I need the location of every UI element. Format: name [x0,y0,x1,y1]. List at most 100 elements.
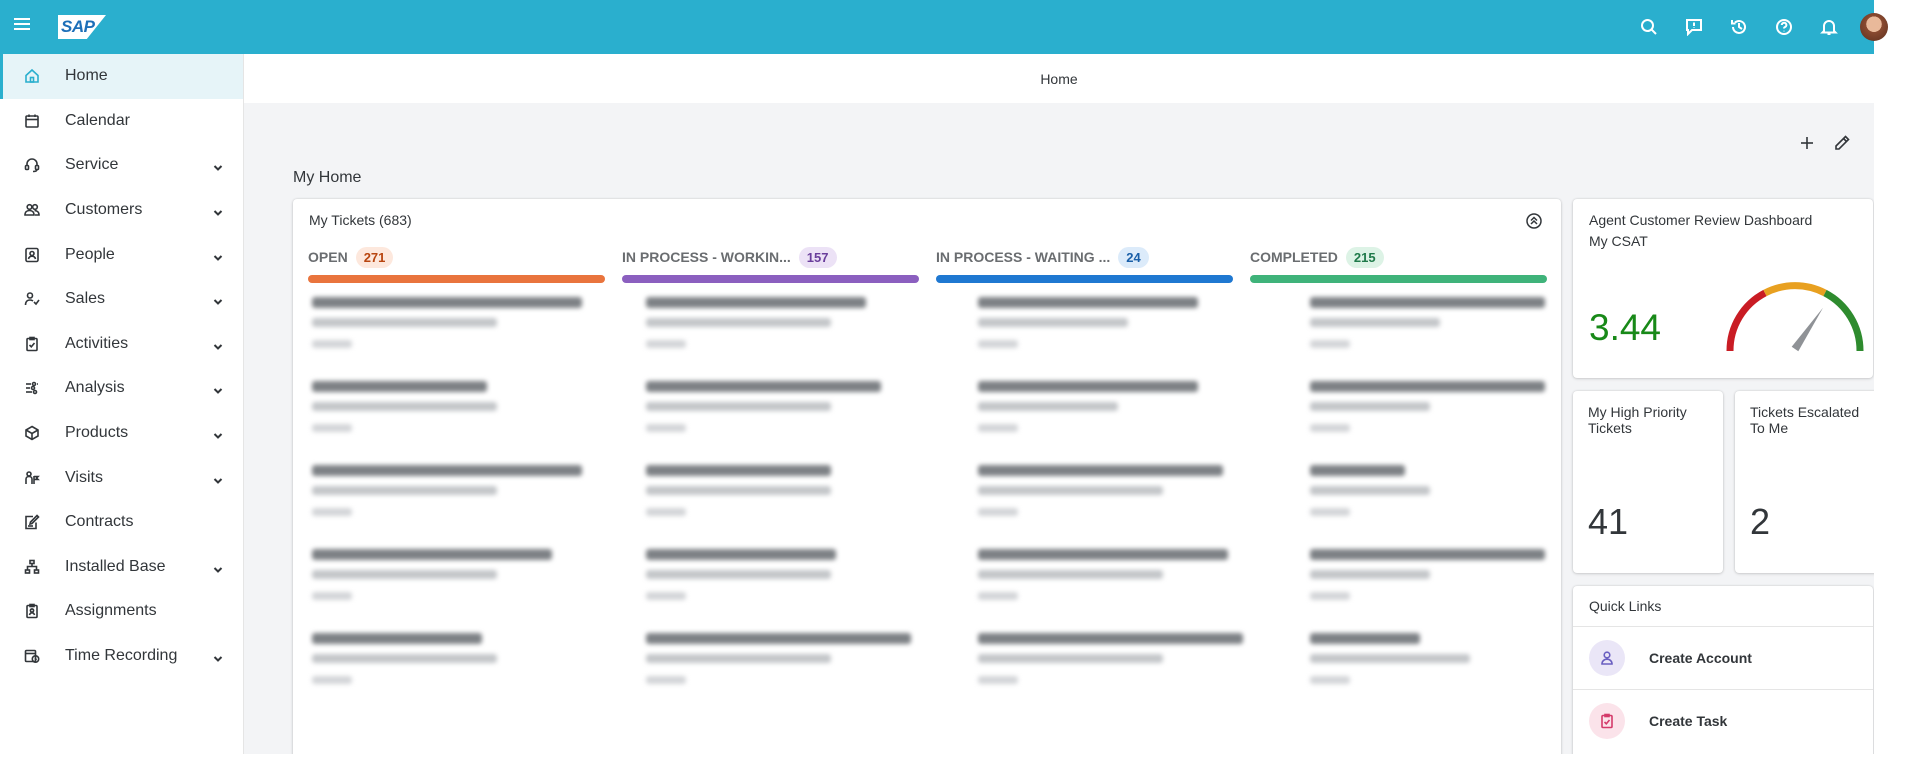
sidebar-item-contracts[interactable]: Contracts [0,500,243,545]
ticket-item[interactable] [308,633,605,717]
csat-gauge [1726,282,1864,352]
ticket-list [308,297,605,717]
ticket-item[interactable] [308,465,605,549]
user-avatar[interactable] [1860,13,1888,41]
help-icon[interactable] [1770,13,1798,41]
sidebar-item-sales[interactable]: Sales [0,277,243,322]
ticket-item[interactable] [642,297,919,381]
csat-card[interactable]: Agent Customer Review Dashboard My CSAT … [1573,199,1873,378]
count-badge: 215 [1345,246,1384,268]
ticket-item[interactable] [308,297,605,381]
column-header[interactable]: IN PROCESS - WAITING ... 24 [936,244,1233,270]
chevron-down-icon[interactable] [213,160,223,172]
quick-link-label: Create Account [1649,650,1752,666]
high-priority-tickets-card[interactable]: My High Priority Tickets 41 [1573,391,1723,573]
menu-icon[interactable] [14,18,30,32]
chevron-down-icon[interactable] [213,651,223,662]
sidebar-item-customers[interactable]: Customers [0,188,243,233]
home-icon [24,68,40,84]
sidebar-item-home[interactable]: Home [0,54,243,99]
sidebar-item-calendar[interactable]: Calendar [0,99,243,144]
my-tickets-card: My Tickets (683) OPEN 271 IN PROCESS - W… [293,199,1561,754]
ticket-item[interactable] [642,549,919,633]
products-icon [24,425,40,441]
quick-link-create-task[interactable]: Create Task [1573,689,1873,752]
column-header[interactable]: OPEN 271 [308,244,605,270]
ticket-item[interactable] [974,465,1233,549]
ticket-item[interactable] [1306,549,1547,633]
column-name: OPEN [308,249,348,265]
chevron-down-icon[interactable] [213,383,223,395]
sidebar-item-time-recording[interactable]: Time Recording [0,634,243,679]
chevron-down-icon[interactable] [213,562,223,573]
page-title: Home [1040,70,1078,87]
sidebar-item-products[interactable]: Products [0,411,243,456]
column-name: COMPLETED [1250,249,1338,265]
chevron-down-icon[interactable] [213,205,223,216]
sidebar-item-people[interactable]: People [0,232,243,277]
sidebar-item-installed-base[interactable]: Installed Base [0,545,243,590]
sidebar-item-activities[interactable]: Activities [0,322,243,367]
sidebar-item-label: Products [65,424,129,442]
history-icon[interactable] [1725,13,1753,41]
ticket-item[interactable] [1306,381,1547,465]
ticket-item[interactable] [1306,465,1547,549]
ticket-item[interactable] [974,381,1233,465]
customers-icon [24,202,40,218]
chevron-down-icon[interactable] [213,294,223,306]
shell-bar: SAP [0,0,1888,54]
sidebar-item-analysis[interactable]: Analysis [0,366,243,411]
ticket-item[interactable] [308,381,605,465]
chevron-down-icon[interactable] [213,339,223,350]
ticket-item[interactable] [308,549,605,633]
installed-base-icon [24,559,40,575]
ticket-item[interactable] [642,465,919,549]
ticket-item[interactable] [1306,633,1547,717]
sidebar-item-label: Customers [65,201,143,219]
sidebar-item-label: Visits [65,468,103,486]
calendar-icon [24,113,40,129]
sap-logo[interactable]: SAP [58,15,106,39]
column-header[interactable]: COMPLETED 215 [1250,244,1547,270]
visits-icon [24,470,40,486]
page-title-bar: Home [244,54,1874,103]
sidebar-item-label: Service [65,156,119,174]
edit-icon[interactable] [1833,134,1851,152]
column-header[interactable]: IN PROCESS - WORKIN... 157 [622,244,919,270]
sidebar-item-service[interactable]: Service [0,143,243,188]
analysis-icon [24,380,40,396]
ticket-column-in-process-waiting: IN PROCESS - WAITING ... 24 [936,244,1243,717]
card-title: My High Priority Tickets [1588,404,1687,436]
ticket-item[interactable] [642,381,919,465]
chevron-down-icon[interactable] [213,250,223,261]
ticket-item[interactable] [974,633,1243,717]
card-title[interactable]: My Tickets (683) [309,212,412,228]
collapse-icon[interactable] [1525,212,1543,230]
sidebar-item-assignments[interactable]: Assignments [0,589,243,634]
activities-icon [24,336,40,352]
ticket-column-open: OPEN 271 [308,244,605,717]
chevron-down-icon[interactable] [213,428,223,439]
ticket-item[interactable] [974,549,1233,633]
status-bar [622,275,919,283]
chevron-down-icon[interactable] [213,473,223,484]
column-name: IN PROCESS - WORKIN... [622,249,791,265]
tickets-escalated-card[interactable]: Tickets Escalated To Me 2 [1735,391,1874,573]
add-icon[interactable] [1798,134,1816,152]
ticket-item[interactable] [974,297,1233,381]
status-bar [308,275,605,283]
notifications-icon[interactable] [1815,13,1843,41]
gauge-needle [1791,307,1824,352]
gauge-segment-high [1823,289,1864,352]
status-bar [1250,275,1547,283]
search-icon[interactable] [1635,13,1663,41]
ticket-list [1250,297,1547,717]
quick-link-create-account[interactable]: Create Account [1573,626,1873,689]
sidebar-item-visits[interactable]: Visits [0,455,243,500]
ticket-item[interactable] [642,633,919,717]
main-content: Home My Home My Tickets (683) OPEN 271 I… [244,54,1874,754]
ticket-item[interactable] [1306,297,1547,381]
contracts-icon [24,514,40,530]
assignments-icon [24,603,40,619]
feedback-icon[interactable] [1680,13,1708,41]
